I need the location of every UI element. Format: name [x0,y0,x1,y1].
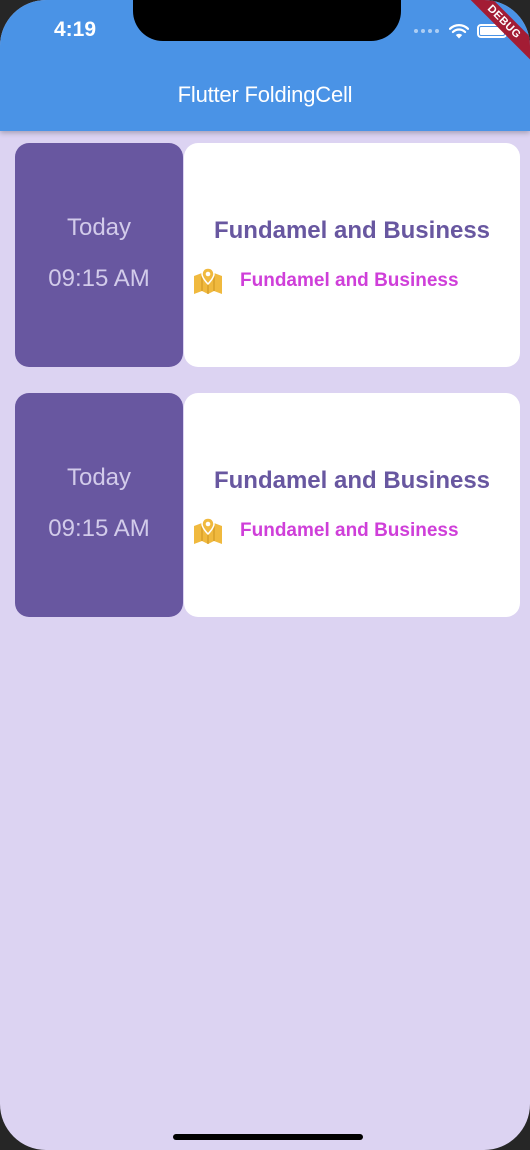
folding-cell[interactable]: Today 09:15 AM Fundamel and Business Fun… [15,393,520,617]
cell-time-label: 09:15 AM [48,515,150,542]
cell-date-panel[interactable]: Today 09:15 AM [15,143,183,367]
cell-title: Fundamel and Business [213,217,491,244]
folding-cell[interactable]: Today 09:15 AM Fundamel and Business Fun… [15,143,520,367]
home-indicator[interactable] [173,1134,363,1140]
cell-subtitle: Fundamel and Business [240,520,459,541]
cell-content-panel[interactable]: Fundamel and Business Fundamel and Busin… [184,143,520,367]
notch [133,0,401,41]
cell-day-label: Today [66,214,132,241]
cell-time-label: 09:15 AM [48,265,150,292]
phone-screen: 4:19 Flutter FoldingCell DEBUG Today 09:… [0,0,530,1150]
cell-content-panel[interactable]: Fundamel and Business Fundamel and Busin… [184,393,520,617]
cell-title: Fundamel and Business [213,467,491,494]
cell-date-panel[interactable]: Today 09:15 AM [15,393,183,617]
app-bar-title: Flutter FoldingCell [177,82,353,107]
signal-icon [414,29,439,33]
map-icon [194,517,222,544]
map-icon [194,267,222,294]
cell-day-label: Today [66,464,132,491]
cell-subtitle: Fundamel and Business [240,270,459,291]
status-time: 4:19 [54,18,97,41]
app-bar: 4:19 Flutter FoldingCell [0,0,530,131]
wifi-icon [449,23,469,38]
